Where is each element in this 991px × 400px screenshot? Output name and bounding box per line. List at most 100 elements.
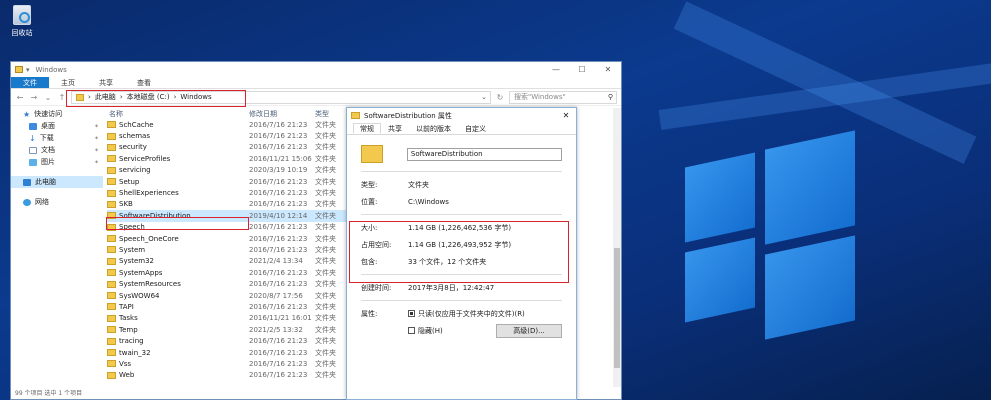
tab-sharing[interactable]: 共享 [381, 123, 409, 134]
tab-previous-versions[interactable]: 以前的版本 [409, 123, 458, 134]
file-type: 文件夹 [315, 120, 336, 129]
forward-arrow-icon[interactable]: → [29, 93, 39, 102]
file-name: twain_32 [119, 348, 151, 357]
folder-icon [107, 269, 116, 277]
tab-customize[interactable]: 自定义 [458, 123, 493, 134]
file-name: schemas [119, 132, 150, 141]
file-row[interactable]: ServiceProfiles 2016/11/21 15:06 文件夹 [107, 153, 347, 164]
file-row[interactable]: SystemApps 2016/7/16 21:23 文件夹 [107, 267, 347, 278]
file-date: 2016/7/16 21:23 [249, 348, 308, 357]
selected-row-highlight [106, 217, 249, 230]
created-value: 2017年3月8日，12:42:47 [408, 283, 495, 292]
search-input[interactable]: 搜索"Windows" ⚲ [509, 90, 617, 104]
minimize-button[interactable]: — [543, 65, 569, 74]
file-name-cell: tracing [107, 337, 249, 345]
maximize-button[interactable]: ☐ [569, 65, 595, 74]
file-name: tracing [119, 337, 144, 346]
column-type[interactable]: 类型 [315, 109, 329, 119]
hidden-checkbox[interactable]: 隐藏(H) [408, 326, 443, 336]
sidebar-item-network[interactable]: 网络 [11, 196, 103, 208]
file-row[interactable]: Setup 2016/7/16 21:23 文件夹 [107, 176, 347, 187]
file-name: Tasks [119, 314, 138, 323]
file-row[interactable]: servicing 2020/3/19 10:19 文件夹 [107, 165, 347, 176]
file-row[interactable]: Tasks 2016/11/21 16:01 文件夹 [107, 313, 347, 324]
column-name[interactable]: 名称 [107, 109, 249, 119]
recycle-bin-icon [13, 5, 31, 25]
file-row[interactable]: schemas 2016/7/16 21:23 文件夹 [107, 130, 347, 141]
tab-share[interactable]: 共享 [87, 77, 125, 88]
sidebar-item-desktop[interactable]: 桌面 ✦ [11, 120, 103, 132]
attributes-label: 属性: [361, 309, 378, 318]
recycle-bin[interactable]: 回收站 [8, 5, 36, 38]
file-row[interactable]: SysWOW64 2020/8/7 17:56 文件夹 [107, 290, 347, 301]
file-date: 2016/7/16 21:23 [249, 245, 308, 254]
file-row[interactable]: security 2016/7/16 21:23 文件夹 [107, 142, 347, 153]
file-type: 文件夹 [315, 314, 336, 323]
file-row[interactable]: TAPI 2016/7/16 21:23 文件夹 [107, 301, 347, 312]
file-row[interactable]: System32 2021/2/4 13:34 文件夹 [107, 256, 347, 267]
file-name-cell: Tasks [107, 314, 249, 322]
dialog-title: SoftwareDistribution 属性 [364, 111, 452, 120]
file-type: 文件夹 [315, 234, 336, 243]
file-type: 文件夹 [315, 154, 336, 163]
file-row[interactable]: Vss 2016/7/16 21:23 文件夹 [107, 358, 347, 369]
file-date: 2016/7/16 21:23 [249, 337, 308, 346]
folder-icon [107, 189, 116, 197]
file-row[interactable]: SchCache 2016/7/16 21:23 文件夹 [107, 119, 347, 130]
file-row[interactable]: SKB 2016/7/16 21:23 文件夹 [107, 199, 347, 210]
file-row[interactable]: Temp 2021/2/5 13:32 文件夹 [107, 324, 347, 335]
folder-icon [107, 349, 116, 356]
file-row[interactable]: System 2016/7/16 21:23 文件夹 [107, 244, 347, 255]
navigation-pane: ★ 快速访问 桌面 ✦ ↓ 下载 ✦ 文档 ✦ 图片 ✦ 此电脑 网络 [11, 108, 103, 387]
tab-general[interactable]: 常规 [353, 123, 381, 134]
file-row[interactable]: Web 2016/7/16 21:23 文件夹 [107, 370, 347, 381]
sidebar-item-documents[interactable]: 文档 ✦ [11, 144, 103, 156]
quick-access-toolbar-icon[interactable]: ▾ [26, 66, 30, 74]
file-row[interactable]: SystemResources 2016/7/16 21:23 文件夹 [107, 278, 347, 289]
column-headers: 名称 修改日期 类型 [107, 108, 347, 119]
file-date: 2020/3/19 10:19 [249, 166, 308, 175]
column-date[interactable]: 修改日期 [249, 109, 315, 119]
dialog-close-button[interactable]: ✕ [556, 111, 576, 120]
advanced-button[interactable]: 高级(D)... [496, 323, 562, 338]
file-name-cell: SystemApps [107, 269, 249, 277]
vertical-scrollbar[interactable] [613, 108, 621, 387]
file-date: 2016/7/16 21:23 [249, 268, 308, 277]
tab-view[interactable]: 查看 [125, 77, 163, 88]
created-label: 创建时间: [361, 283, 392, 292]
type-value: 文件夹 [408, 180, 429, 189]
folder-icon [15, 66, 23, 73]
address-dropdown-icon[interactable]: ⌄ [478, 93, 490, 101]
file-date: 2016/7/16 21:23 [249, 223, 308, 232]
tab-file[interactable]: 文件 [11, 77, 49, 88]
sidebar-item-quick-access[interactable]: ★ 快速访问 [11, 108, 103, 120]
file-name-cell: schemas [107, 132, 249, 140]
file-name-cell: twain_32 [107, 349, 249, 357]
sidebar-item-downloads[interactable]: ↓ 下载 ✦ [11, 132, 103, 144]
folder-icon [107, 314, 116, 322]
recent-dropdown-icon[interactable]: ⌄ [43, 93, 53, 102]
download-icon: ↓ [29, 133, 36, 143]
sidebar-item-pictures[interactable]: 图片 ✦ [11, 156, 103, 168]
pin-icon: ✦ [93, 158, 99, 166]
sidebar-item-this-pc[interactable]: 此电脑 [11, 176, 103, 188]
back-arrow-icon[interactable]: ← [15, 93, 25, 102]
sidebar-item-label: 文档 [41, 146, 55, 154]
tab-home[interactable]: 主页 [49, 77, 87, 88]
refresh-icon[interactable]: ↻ [495, 93, 505, 102]
readonly-checkbox[interactable]: 只读(仅应用于文件夹中的文件)(R) [408, 309, 525, 319]
scrollbar-thumb[interactable] [614, 248, 620, 368]
recycle-bin-label: 回收站 [11, 29, 33, 37]
close-button[interactable]: ✕ [595, 65, 621, 74]
folder-name-field[interactable]: SoftwareDistribution [406, 147, 562, 161]
file-date: 2016/11/21 16:01 [249, 314, 312, 323]
file-row[interactable]: ShellExperiences 2016/7/16 21:23 文件夹 [107, 187, 347, 198]
file-row[interactable]: tracing 2016/7/16 21:23 文件夹 [107, 335, 347, 346]
file-type: 文件夹 [315, 257, 336, 266]
file-date: 2016/7/16 21:23 [249, 132, 308, 141]
pictures-icon [29, 158, 37, 166]
sidebar-item-label: 此电脑 [35, 178, 56, 186]
file-name: Vss [119, 359, 132, 368]
file-row[interactable]: twain_32 2016/7/16 21:23 文件夹 [107, 347, 347, 358]
file-row[interactable]: Speech_OneCore 2016/7/16 21:23 文件夹 [107, 233, 347, 244]
